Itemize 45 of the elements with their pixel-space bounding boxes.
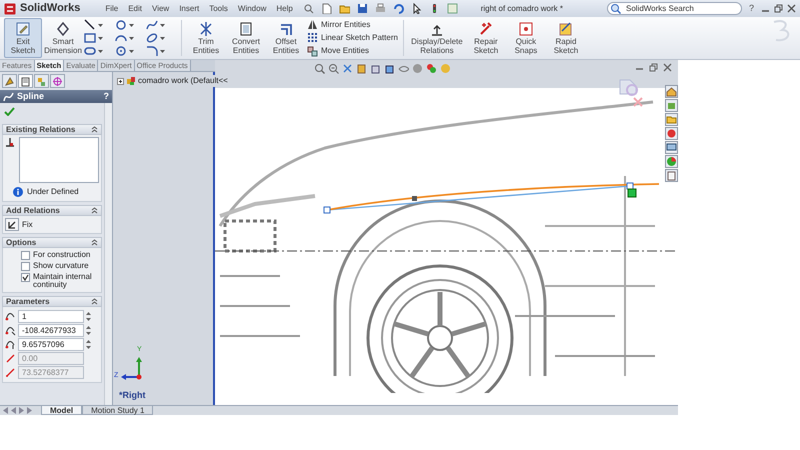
section-header[interactable]: Existing Relations [2, 124, 102, 135]
ribbon-button[interactable]: Offset Entities [267, 18, 305, 58]
property-manager-title: Spline [17, 90, 44, 103]
ribbon-button[interactable]: Exit Sketch [4, 18, 42, 58]
number-field[interactable]: 1 [18, 310, 84, 323]
help-button[interactable]: ? [104, 90, 109, 104]
menu-item[interactable]: File [102, 2, 122, 14]
app-name: SolidWorks [20, 1, 80, 16]
ribbon-list-button[interactable]: Mirror Entities [307, 18, 398, 31]
section-title: Parameters [6, 296, 50, 308]
section-title: Add Relations [6, 204, 60, 216]
section-title: Existing Relations [6, 124, 76, 136]
menu-item[interactable]: Edit [125, 2, 145, 14]
ribbon-button[interactable]: Convert Entities [227, 18, 265, 58]
checkbox-label: For construction [33, 251, 90, 259]
menu-item[interactable]: View [149, 2, 172, 14]
ribbon-button[interactable]: Smart Dimension [44, 18, 82, 58]
ribbon-button[interactable]: Quick Snaps [506, 18, 545, 58]
number-field[interactable]: -108.42677933 [18, 324, 84, 337]
section-title: Options [6, 236, 36, 248]
section-header[interactable]: Add Relations [2, 205, 102, 216]
checkbox-label: Show curvature [33, 262, 89, 270]
ribbon-button[interactable]: Display/Delete Relations [408, 18, 465, 58]
menu-item[interactable]: Window [234, 2, 270, 14]
document-tab[interactable]: Model [41, 406, 82, 415]
ribbon-button[interactable]: Repair Sketch [466, 18, 505, 58]
ribbon-button[interactable]: Trim Entities [187, 18, 225, 58]
help-button[interactable]: ? [746, 2, 757, 16]
ribbon-button[interactable]: Rapid Sketch [546, 18, 585, 58]
document-tab[interactable]: Motion Study 1 [82, 406, 154, 415]
status-text: Under Defined [27, 186, 79, 198]
menu-item[interactable]: Insert [176, 2, 202, 14]
menu-item[interactable]: Tools [206, 2, 231, 14]
number-field[interactable]: 9.65757096 [18, 338, 84, 351]
section-header[interactable]: Parameters [2, 296, 102, 307]
menu-item[interactable]: Help [273, 2, 296, 14]
section-header[interactable]: Options [2, 237, 102, 248]
checkbox-label: Maintain internal continuity [33, 273, 93, 289]
document-title: right of comadro work * [480, 2, 563, 14]
view-name: *Right [119, 388, 146, 402]
tree-item[interactable]: comadro work (Default<< [138, 75, 230, 87]
relation-label: Fix [22, 218, 33, 230]
ribbon-list-button[interactable]: Move Entities [307, 45, 398, 58]
search-field[interactable]: SolidWorks Search [606, 2, 742, 15]
ribbon-list-button[interactable]: Linear Sketch Pattern [307, 32, 398, 44]
